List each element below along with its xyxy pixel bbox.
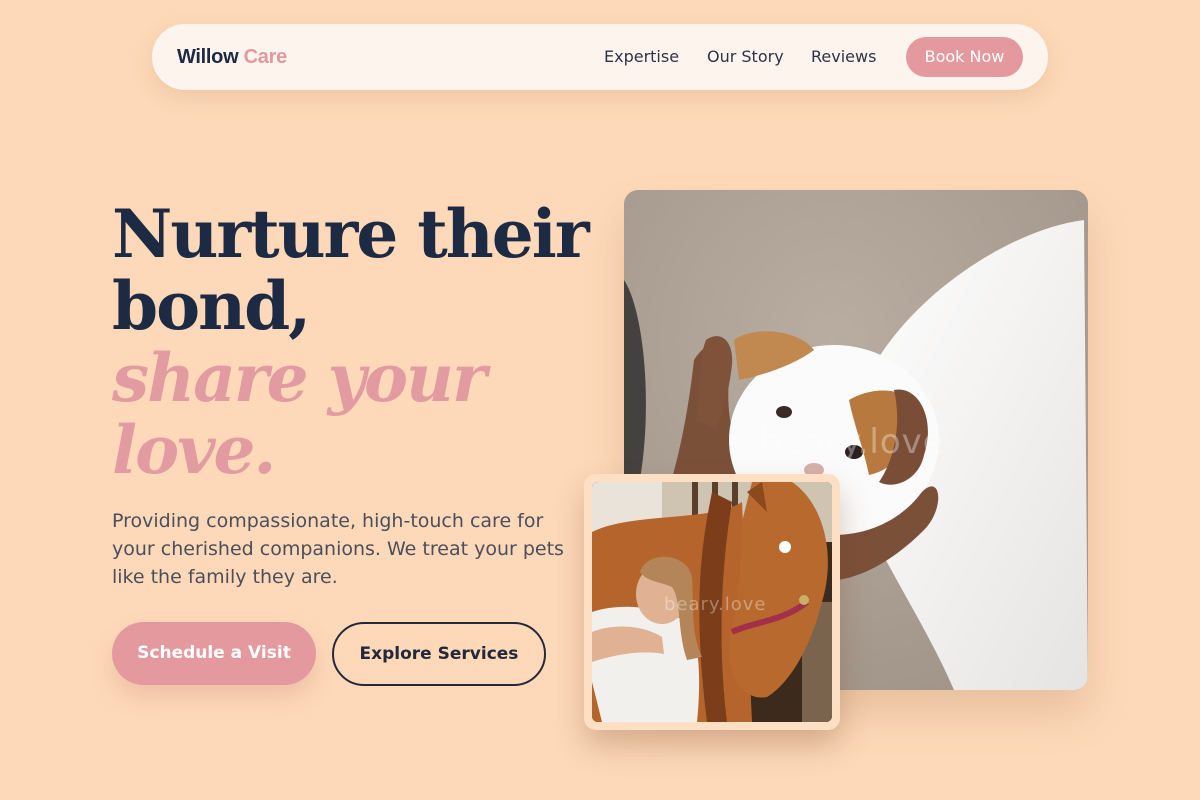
nav-link-expertise[interactable]: Expertise — [604, 48, 679, 66]
brand-name: Willow — [177, 46, 239, 68]
watermark-text: beary.love — [760, 422, 945, 462]
schedule-visit-button[interactable]: Schedule a Visit — [112, 622, 316, 685]
headline-accent-line-1: share your — [112, 339, 487, 417]
headline-accent-line-2: love. — [112, 411, 276, 489]
inset-photo-frame: beary.love — [584, 474, 840, 730]
brand-name-accent: Care — [243, 46, 288, 68]
inset-watermark-text: beary.love — [664, 594, 767, 615]
headline-line-1: Nurture their — [112, 195, 590, 273]
nav-link-our-story[interactable]: Our Story — [707, 48, 784, 66]
hero-subtitle: Providing compassionate, high-touch care… — [112, 510, 564, 588]
horse-photo: beary.love — [592, 482, 832, 722]
explore-services-button[interactable]: Explore Services — [332, 622, 546, 686]
top-nav: Willow Care Expertise Our Story Reviews … — [152, 24, 1048, 90]
book-now-button[interactable]: Book Now — [906, 37, 1023, 77]
nav-link-reviews[interactable]: Reviews — [811, 48, 876, 66]
brand-logo[interactable]: Willow Care — [177, 46, 287, 68]
hero-headline: Nurture their bond, share your love. — [112, 195, 590, 489]
headline-line-2: bond, — [112, 267, 311, 345]
